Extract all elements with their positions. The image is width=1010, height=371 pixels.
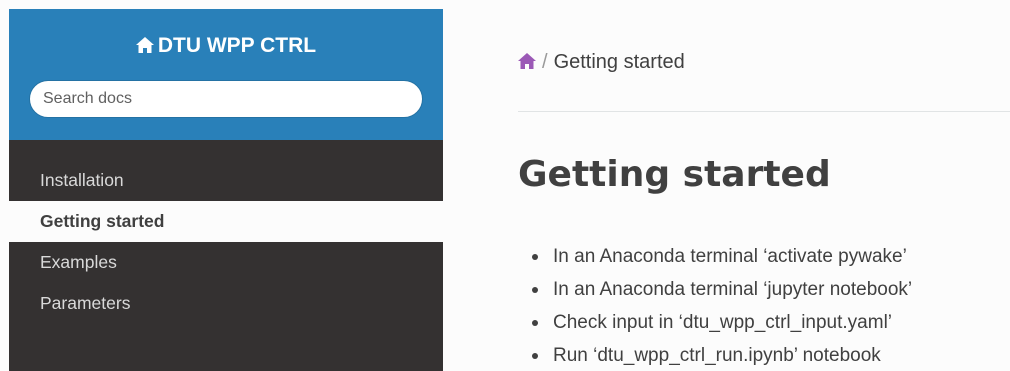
step-text: Check input in ‘dtu_wpp_ctrl_input.yaml’ [553, 312, 893, 333]
step-text: In an Anaconda terminal ‘activate pywake… [553, 246, 907, 267]
bullet-icon [532, 254, 538, 260]
project-home-link[interactable]: DTU WPP CTRL [9, 33, 443, 59]
sidebar-item-getting-started[interactable]: Getting started [9, 201, 443, 242]
list-item: Run ‘dtu_wpp_ctrl_run.ipynb’ notebook [518, 339, 1010, 371]
breadcrumb-separator: / [542, 51, 548, 73]
sidebar: DTU WPP CTRL Installation Getting starte… [9, 9, 443, 371]
sidebar-header: DTU WPP CTRL [9, 9, 443, 140]
main-content: / Getting started Getting started In an A… [443, 0, 1010, 371]
home-icon[interactable] [518, 53, 536, 69]
breadcrumb-current: Getting started [553, 51, 685, 73]
home-icon [135, 37, 154, 53]
breadcrumb: / Getting started [518, 49, 685, 75]
sidebar-nav: Installation Getting started Examples Pa… [9, 160, 443, 324]
sidebar-item-installation[interactable]: Installation [9, 160, 443, 201]
sidebar-item-label: Installation [40, 170, 124, 190]
sidebar-item-label: Examples [40, 252, 117, 272]
list-item: In an Anaconda terminal ‘jupyter noteboo… [518, 273, 1010, 306]
list-item: In an Anaconda terminal ‘activate pywake… [518, 240, 1010, 273]
step-text: Run ‘dtu_wpp_ctrl_run.ipynb’ notebook [553, 345, 881, 366]
bullet-icon [532, 353, 538, 359]
project-name: DTU WPP CTRL [157, 34, 317, 57]
search-input[interactable] [29, 80, 423, 118]
step-text: In an Anaconda terminal ‘jupyter noteboo… [553, 279, 913, 300]
header-divider [518, 111, 1010, 112]
bullet-icon [532, 287, 538, 293]
sidebar-item-label: Parameters [40, 293, 131, 313]
list-item: Check input in ‘dtu_wpp_ctrl_input.yaml’ [518, 306, 1010, 339]
steps-list: In an Anaconda terminal ‘activate pywake… [518, 240, 1010, 371]
page-title: Getting started [518, 154, 831, 195]
sidebar-item-label: Getting started [40, 211, 165, 231]
bullet-icon [532, 320, 538, 326]
docs-page: DTU WPP CTRL Installation Getting starte… [0, 0, 1010, 371]
sidebar-item-parameters[interactable]: Parameters [9, 283, 443, 324]
sidebar-item-examples[interactable]: Examples [9, 242, 443, 283]
